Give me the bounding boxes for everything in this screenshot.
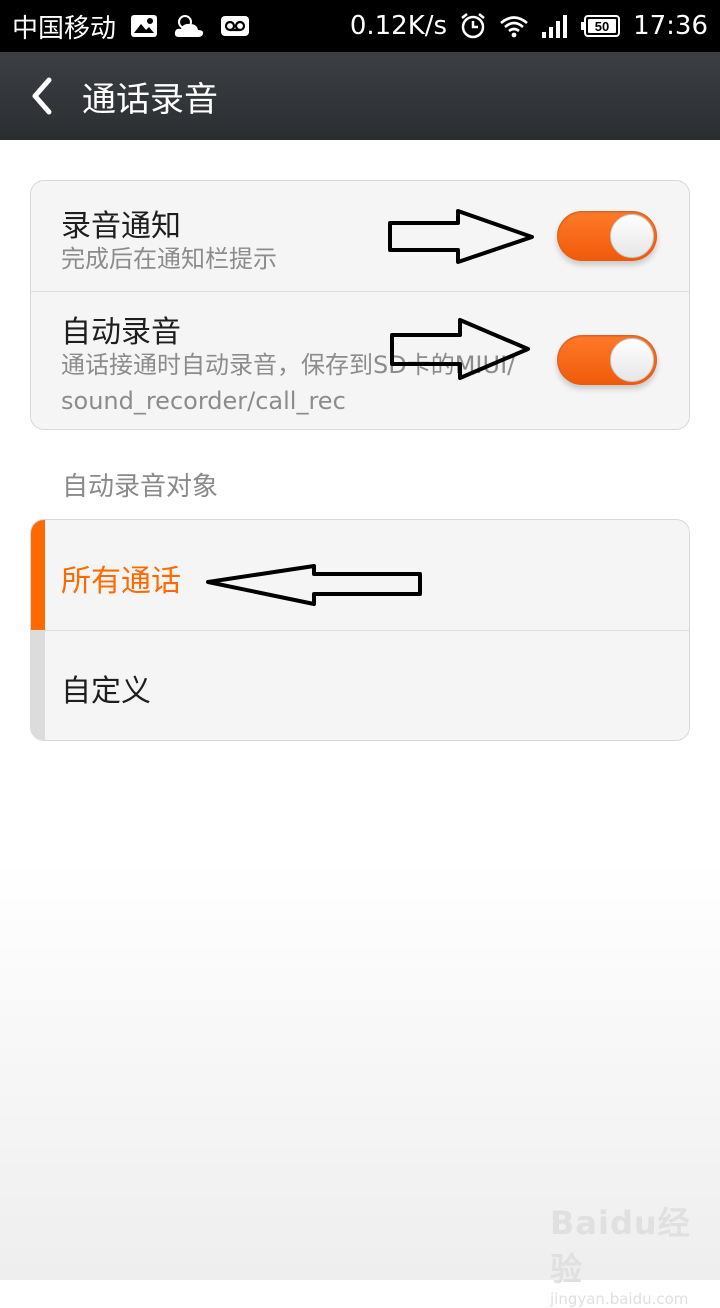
auto-record-toggle[interactable] bbox=[557, 335, 657, 385]
wifi-icon bbox=[499, 14, 529, 38]
watermark-logo: Baidu经验 bbox=[550, 1204, 691, 1288]
back-button[interactable] bbox=[10, 52, 74, 140]
gallery-icon bbox=[130, 14, 158, 38]
voicemail-icon bbox=[220, 15, 250, 37]
watermark-url: jingyan.baidu.com bbox=[550, 1290, 689, 1308]
option-label: 自定义 bbox=[61, 674, 151, 709]
toggle-knob bbox=[610, 214, 654, 258]
record-notification-row[interactable]: 录音通知 完成后在通知栏提示 bbox=[31, 181, 689, 292]
carrier-name: 中国移动 bbox=[12, 13, 117, 44]
auto-record-title: 自动录音 bbox=[61, 315, 181, 350]
network-speed: 0.12K/s bbox=[349, 11, 448, 41]
alarm-icon bbox=[459, 12, 487, 40]
cloudy-weather-icon bbox=[172, 13, 206, 39]
unselected-indicator bbox=[31, 630, 45, 740]
selected-indicator bbox=[31, 520, 45, 630]
record-notification-title: 录音通知 bbox=[61, 209, 181, 244]
baidu-watermark: Baidu经验 jingyan.baidu.com bbox=[550, 1198, 710, 1308]
signal-icon bbox=[541, 13, 569, 39]
auto-record-row[interactable]: 自动录音 通话接通时自动录音，保存到SD卡的MIUI/sound_recorde… bbox=[31, 291, 689, 429]
status-bar: 中国移动 0.12K/s 50 17:36 bbox=[0, 0, 720, 52]
title-bar: 通话录音 bbox=[0, 52, 720, 140]
chevron-left-icon bbox=[32, 77, 52, 115]
option-all-calls[interactable]: 所有通话 bbox=[31, 520, 689, 631]
page-title: 通话录音 bbox=[82, 79, 218, 120]
toggle-knob bbox=[610, 338, 654, 382]
clock: 17:36 bbox=[633, 11, 708, 41]
record-notification-toggle[interactable] bbox=[557, 211, 657, 261]
record-target-card: 所有通话 自定义 bbox=[30, 519, 690, 741]
section-label: 自动录音对象 bbox=[62, 472, 219, 502]
battery-level: 50 bbox=[595, 19, 609, 34]
option-label: 所有通话 bbox=[61, 564, 181, 599]
battery-icon: 50 bbox=[581, 14, 621, 38]
record-notification-subtitle: 完成后在通知栏提示 bbox=[61, 245, 277, 273]
option-custom[interactable]: 自定义 bbox=[31, 630, 689, 740]
recording-settings-card: 录音通知 完成后在通知栏提示 自动录音 通话接通时自动录音，保存到SD卡的MIU… bbox=[30, 180, 690, 430]
auto-record-subtitle: 通话接通时自动录音，保存到SD卡的MIUI/sound_recorder/cal… bbox=[61, 351, 516, 415]
